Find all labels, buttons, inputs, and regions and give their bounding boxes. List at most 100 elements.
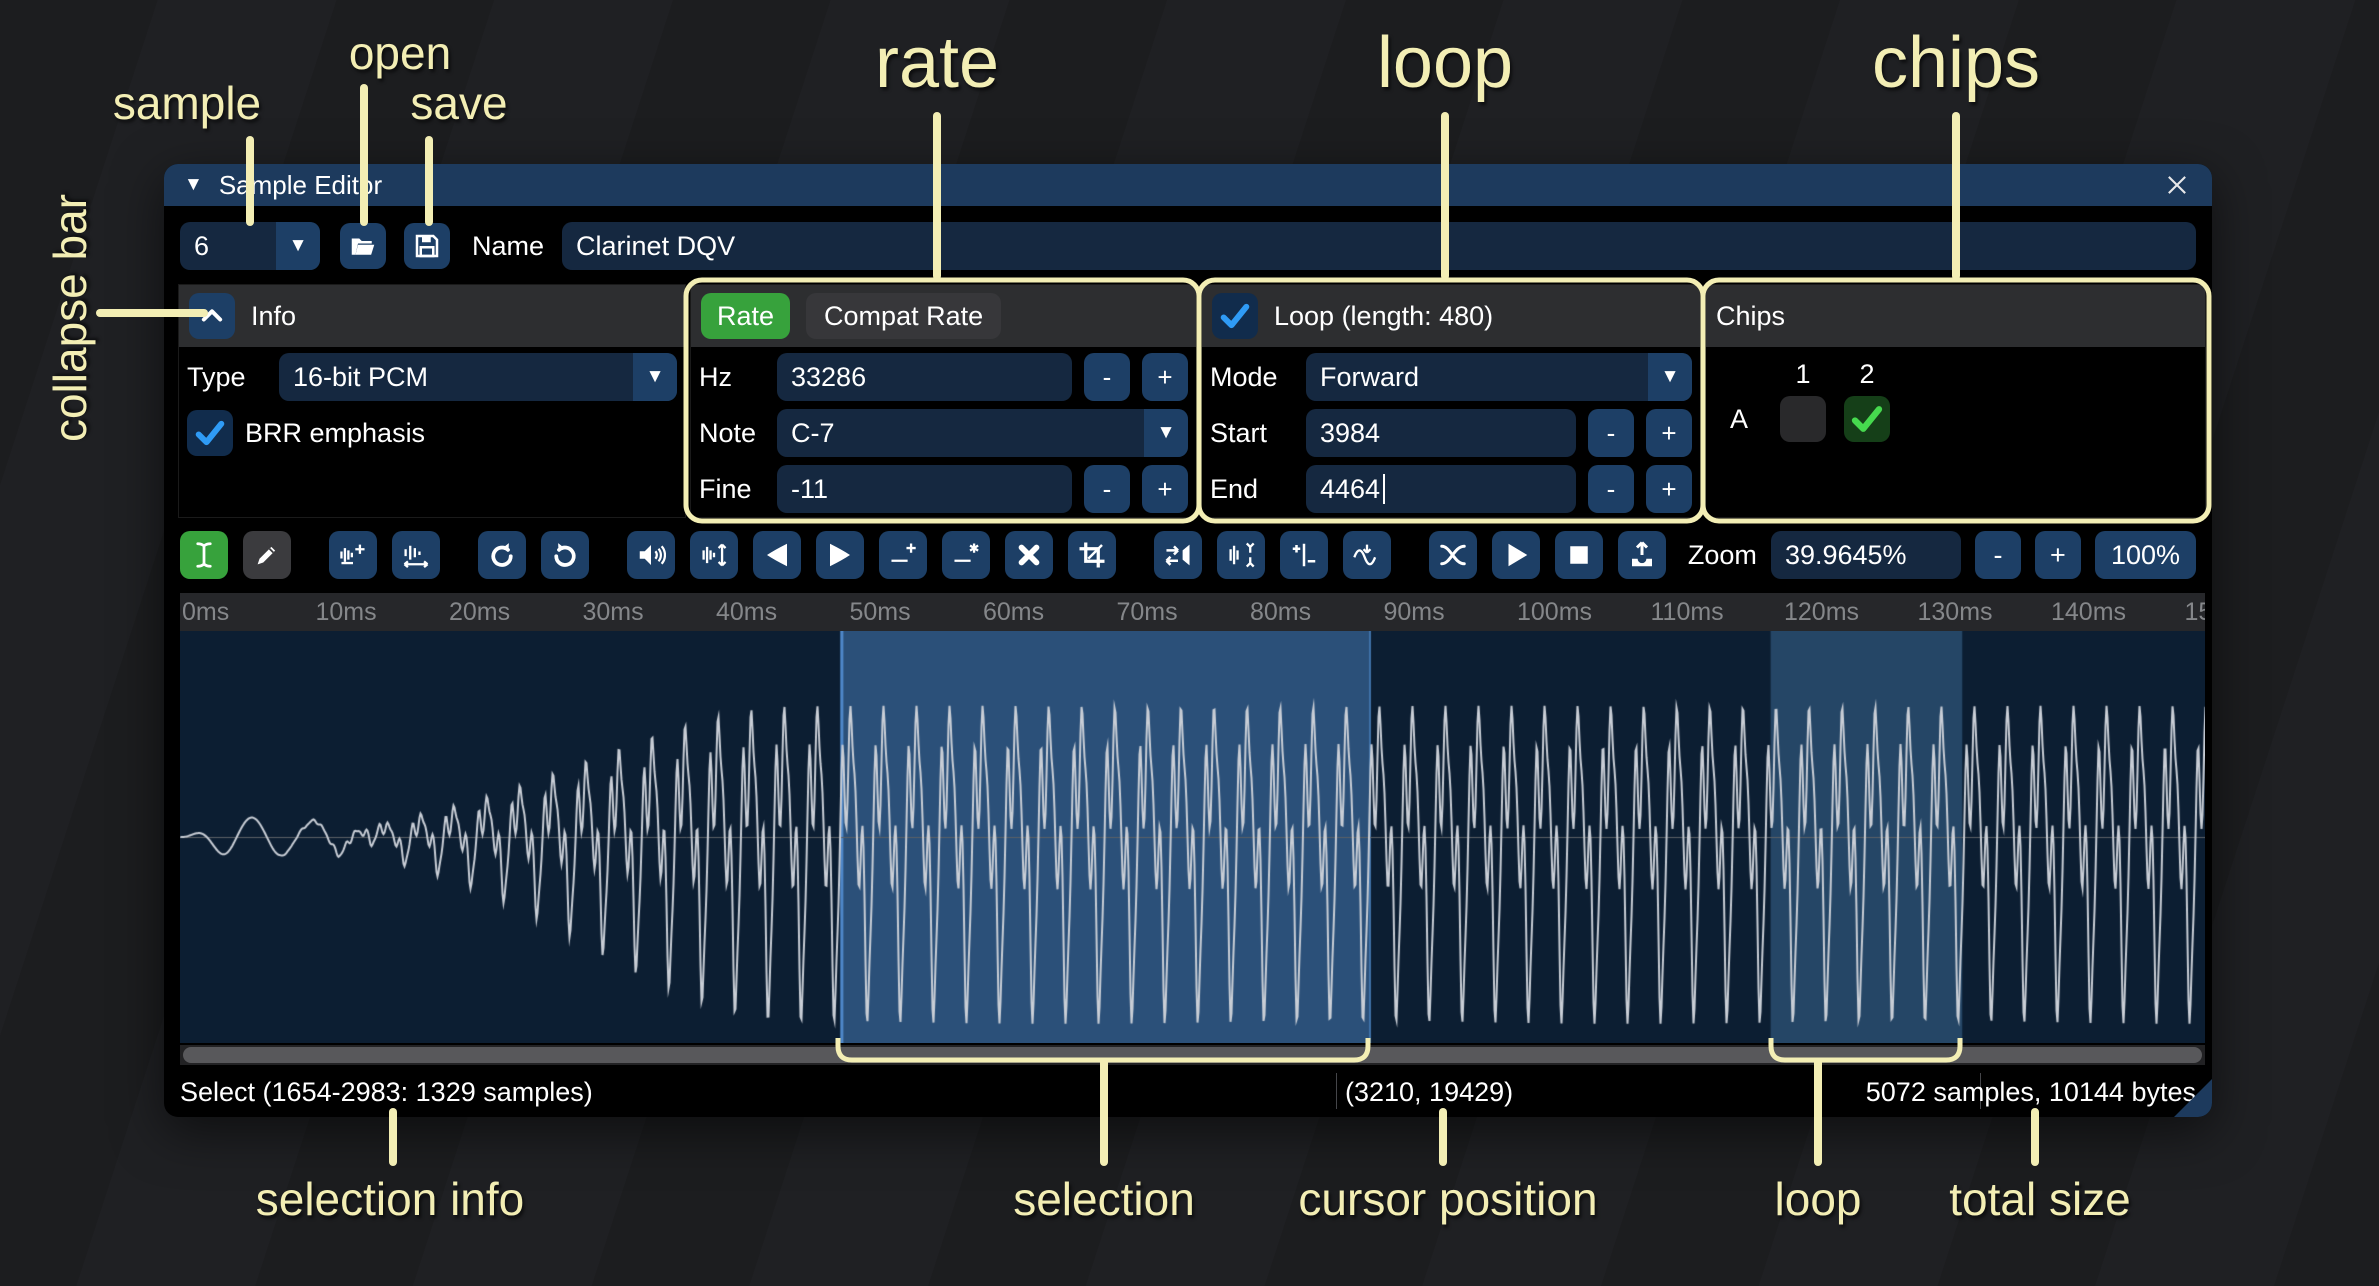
apply-silence-button[interactable] (942, 531, 990, 579)
fade-in-button[interactable] (753, 531, 801, 579)
zoom-input[interactable]: 39.9645% (1771, 531, 1961, 579)
end-label: End (1210, 474, 1294, 505)
loop-annotation: loop (1377, 22, 1513, 104)
fine-increase-button[interactable]: + (1142, 465, 1188, 513)
ruler-tick-label: 30ms (583, 598, 644, 627)
upload-to-chip-button[interactable] (1618, 531, 1666, 579)
name-label: Name (472, 231, 544, 262)
cursor-position-annotation: cursor position (1298, 1172, 1597, 1226)
ruler-tick-label: 40ms (716, 598, 777, 627)
sign-button[interactable] (1280, 531, 1328, 579)
chip-row: A (1730, 396, 2197, 442)
loop-bottom-annotation: loop (1775, 1172, 1862, 1226)
zoom-label: Zoom (1688, 540, 1757, 571)
check-icon (1849, 401, 1885, 437)
crop-icon (1077, 540, 1107, 570)
hz-decrease-button[interactable]: - (1084, 353, 1130, 401)
scrollbar-thumb[interactable] (183, 1047, 2202, 1063)
stop-button[interactable] (1555, 531, 1603, 579)
trim-button[interactable] (1068, 531, 1116, 579)
ruler-tick-label: 10ms (316, 598, 377, 627)
ruler-tick-label: 20ms (449, 598, 510, 627)
filter-button[interactable] (1343, 531, 1391, 579)
text-caret (1383, 474, 1385, 504)
titlebar[interactable]: ▼ Sample Editor (164, 164, 2212, 206)
time-ruler[interactable]: 0ms10ms20ms30ms40ms50ms60ms70ms80ms90ms1… (180, 593, 2205, 631)
loop-start-input[interactable]: 3984 (1306, 409, 1576, 457)
fade-out-icon (825, 540, 855, 570)
selection-annotation: selection (1013, 1172, 1195, 1226)
chevron-down-icon: ▼ (1144, 409, 1188, 457)
select-mode-button[interactable] (180, 531, 228, 579)
save-sample-button[interactable] (404, 223, 450, 269)
brr-emphasis-checkbox[interactable] (187, 410, 233, 456)
chevron-up-icon (198, 302, 226, 330)
fade-out-button[interactable] (816, 531, 864, 579)
name-input[interactable]: Clarinet DQV (562, 222, 2196, 270)
upload-icon (1627, 540, 1657, 570)
chevron-down-icon: ▼ (1648, 353, 1692, 401)
delete-button[interactable] (1005, 531, 1053, 579)
reverse-arrows-icon (1163, 540, 1193, 570)
mode-label: Mode (1210, 362, 1294, 393)
window-title: Sample Editor (219, 170, 382, 201)
status-bar: Select (1654-2983: 1329 samples) (3210, … (164, 1065, 2212, 1117)
speaker-icon (636, 540, 666, 570)
resize-button[interactable] (329, 531, 377, 579)
normalize-button[interactable] (690, 531, 738, 579)
loop-start-decrease-button[interactable]: - (1588, 409, 1634, 457)
preview-play-button[interactable] (1492, 531, 1540, 579)
undo-button[interactable] (478, 531, 526, 579)
delete-x-icon (1014, 540, 1044, 570)
resample-button[interactable] (392, 531, 440, 579)
crossfade-button[interactable] (1429, 531, 1477, 579)
loop-panel: Loop (length: 480) Mode Forward ▼ Start … (1201, 284, 1701, 518)
sample-type-select[interactable]: 16-bit PCM ▼ (279, 353, 677, 401)
sample-editor-window: ▼ Sample Editor 6 ▼ Name Clarinet DQV (164, 164, 2212, 1117)
note-select[interactable]: C-7 ▼ (777, 409, 1188, 457)
reverse-button[interactable] (1154, 531, 1202, 579)
fine-input[interactable]: -11 (777, 465, 1072, 513)
note-label: Note (699, 418, 765, 449)
open-sample-button[interactable] (340, 223, 386, 269)
brr-emphasis-label: BRR emphasis (245, 418, 425, 449)
window-collapse-icon[interactable]: ▼ (184, 174, 203, 196)
invert-button[interactable] (1217, 531, 1265, 579)
zoom-reset-button[interactable]: 100% (2095, 531, 2196, 579)
hz-input[interactable]: 33286 (777, 353, 1072, 401)
chip-enable-checkbox[interactable] (1844, 396, 1890, 442)
sample-number-select[interactable]: 6 ▼ (180, 222, 320, 270)
waveform-canvas[interactable] (180, 631, 2205, 1043)
close-icon (2163, 171, 2191, 199)
fine-decrease-button[interactable]: - (1084, 465, 1130, 513)
ruler-tick-label: 150ms (2185, 598, 2206, 627)
loop-end-decrease-button[interactable]: - (1588, 465, 1634, 513)
rate-panel: Rate Compat Rate Hz 33286 - + Note C-7 ▼ (690, 284, 1197, 518)
plus-minus-sign-icon (1289, 540, 1319, 570)
waveform-display[interactable] (180, 631, 2205, 1043)
ruler-tick-label: 100ms (1517, 598, 1592, 627)
stop-icon (1564, 540, 1594, 570)
hz-increase-button[interactable]: + (1142, 353, 1188, 401)
loop-end-input[interactable]: 4464 (1306, 465, 1576, 513)
sample-number-value: 6 (180, 222, 276, 270)
loop-start-increase-button[interactable]: + (1646, 409, 1692, 457)
loop-enable-checkbox[interactable] (1212, 293, 1258, 339)
rate-tab-button[interactable]: Rate (701, 293, 790, 339)
selection-info-annotation: selection info (256, 1172, 525, 1226)
collapse-info-button[interactable] (189, 293, 235, 339)
insert-silence-button[interactable] (879, 531, 927, 579)
zoom-in-button[interactable]: + (2035, 531, 2081, 579)
zoom-out-button[interactable]: - (1975, 531, 2021, 579)
chip-enable-checkbox[interactable] (1780, 396, 1826, 442)
draw-mode-button[interactable] (243, 531, 291, 579)
folder-open-icon (348, 231, 378, 261)
ruler-tick-label: 90ms (1384, 598, 1445, 627)
loop-mode-select[interactable]: Forward ▼ (1306, 353, 1692, 401)
close-button[interactable] (2162, 170, 2192, 200)
redo-button[interactable] (541, 531, 589, 579)
waveform-scrollbar[interactable] (180, 1045, 2205, 1065)
loop-end-increase-button[interactable]: + (1646, 465, 1692, 513)
compat-rate-tab-button[interactable]: Compat Rate (806, 293, 1001, 339)
amplify-button[interactable] (627, 531, 675, 579)
